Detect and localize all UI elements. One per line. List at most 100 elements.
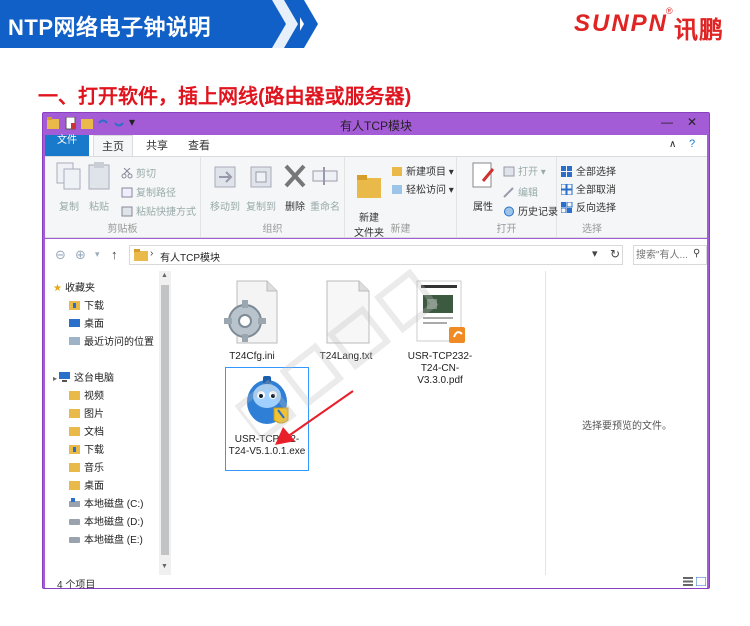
new-item-button[interactable]: 新建项目 ▾ — [391, 163, 454, 178]
cut-label: 剪切 — [136, 169, 156, 180]
window-titlebar[interactable]: ▾ 有人TCP模块 — ✕ — [43, 113, 709, 135]
documents-folder-icon — [69, 427, 80, 436]
scroll-down-icon[interactable]: ▼ — [161, 563, 168, 570]
nav-favorites-label: 收藏夹 — [64, 283, 95, 294]
address-dropdown-icon[interactable]: ▾ — [592, 247, 598, 260]
invert-selection-button[interactable]: 反向选择 — [561, 199, 616, 214]
minimize-icon[interactable]: — — [661, 115, 673, 129]
easy-access-button[interactable]: 轻松访问 ▾ — [391, 181, 454, 196]
paste-button[interactable]: 粘贴 — [79, 161, 119, 213]
desktop-folder-icon — [69, 481, 80, 490]
system-drive-icon — [69, 498, 80, 507]
pictures-folder-icon — [69, 409, 80, 418]
nav-scrollbar[interactable]: ▲ ▼ — [159, 271, 171, 575]
history-button[interactable]: 历史记录 — [503, 203, 558, 218]
nav-label: 桌面 — [84, 481, 104, 492]
breadcrumb[interactable]: 有人TCP模块 — [160, 249, 220, 264]
refresh-icon[interactable]: ↻ — [610, 247, 620, 261]
nav-drive-e[interactable]: 本地磁盘 (E:) — [69, 531, 143, 546]
close-icon[interactable]: ✕ — [687, 115, 697, 129]
preview-pane: 选择要预览的文件。 — [545, 271, 707, 575]
nav-drive-c[interactable]: 本地磁盘 (C:) — [69, 495, 143, 510]
rename-button[interactable]: 重命名 — [305, 161, 345, 213]
downloads-folder-icon — [69, 301, 80, 310]
tab-view[interactable]: 查看 — [179, 135, 219, 157]
item-count: 4 个项目 — [57, 580, 96, 591]
move-to-button[interactable]: 移动到 — [205, 161, 245, 213]
invert-selection-label: 反向选择 — [576, 203, 616, 214]
nav-desktop[interactable]: 桌面 — [69, 477, 104, 492]
nav-label: 图片 — [84, 409, 104, 420]
cut-button[interactable]: 剪切 — [121, 165, 156, 180]
copy-to-label: 复制到 — [246, 202, 276, 213]
copy-path-label: 复制路径 — [136, 188, 176, 199]
nav-videos[interactable]: 视频 — [69, 387, 104, 402]
breadcrumb-separator-icon[interactable]: › — [150, 248, 153, 259]
search-input[interactable] — [636, 248, 692, 262]
group-select: 全部选择 全部取消 反向选择 选择 — [557, 157, 627, 237]
chevron-decor-icon — [272, 0, 318, 48]
explorer-window: ▾ 有人TCP模块 — ✕ 文件 主页 共享 查看 ∧ ? 复制 粘贴 剪切 复… — [42, 112, 710, 591]
open-button[interactable]: 打开 ▾ — [503, 163, 546, 178]
tab-file[interactable]: 文件 — [45, 135, 89, 157]
up-icon[interactable]: ↑ — [111, 247, 118, 262]
file-item[interactable]: T24Cfg.ini — [211, 279, 293, 363]
drive-icon — [69, 537, 80, 543]
nav-pictures[interactable]: 图片 — [69, 405, 104, 420]
search-icon[interactable]: ⚲ — [693, 248, 700, 259]
group-open-label: 打开 — [496, 224, 517, 235]
paste-shortcut-button[interactable]: 粘贴快捷方式 — [121, 203, 196, 218]
collapse-arrow-icon[interactable]: ▸ — [53, 374, 57, 383]
back-icon[interactable]: ⊖ — [55, 247, 66, 263]
nav-label: 桌面 — [84, 319, 104, 330]
invert-selection-icon — [561, 202, 573, 213]
select-none-icon — [561, 184, 573, 195]
search-box[interactable]: ⚲ — [633, 245, 707, 265]
scrollbar-thumb[interactable] — [161, 285, 169, 555]
tab-share[interactable]: 共享 — [137, 135, 177, 157]
file-item[interactable]: T24Lang.txt — [305, 279, 387, 363]
select-all-button[interactable]: 全部选择 — [561, 163, 616, 178]
edit-button[interactable]: 编辑 — [503, 184, 538, 199]
rename-label: 重命名 — [310, 202, 340, 213]
copy-label: 复制 — [59, 202, 79, 213]
ribbon-collapse-icon[interactable]: ∧ — [669, 139, 676, 150]
nav-fav-recent[interactable]: 最近访问的位置 — [69, 333, 154, 348]
nav-drive-d[interactable]: 本地磁盘 (D:) — [69, 513, 143, 528]
navigation-pane: ★ 收藏夹 下载 桌面 最近访问的位置 ▸ 这台电脑 视频 图片 文档 下载 音乐 … — [45, 271, 159, 575]
tab-home[interactable]: 主页 — [93, 135, 133, 157]
nav-music[interactable]: 音乐 — [69, 459, 104, 474]
address-bar[interactable]: › 有人TCP模块 ▾ ↻ — [129, 245, 623, 265]
select-none-button[interactable]: 全部取消 — [561, 181, 616, 196]
large-icons-view-icon[interactable] — [696, 577, 706, 586]
properties-label: 属性 — [473, 202, 493, 213]
drive-icon — [69, 519, 80, 525]
select-none-label: 全部取消 — [576, 185, 616, 196]
nav-label: 文档 — [84, 427, 104, 438]
edit-icon — [503, 187, 514, 198]
copy-path-button[interactable]: 复制路径 — [121, 184, 176, 199]
open-icon — [503, 166, 515, 177]
nav-fav-downloads[interactable]: 下载 — [69, 297, 104, 312]
nav-this-pc[interactable]: ▸ 这台电脑 — [53, 369, 114, 384]
nav-documents[interactable]: 文档 — [69, 423, 104, 438]
details-view-icon[interactable] — [683, 577, 693, 586]
move-to-icon — [214, 166, 236, 188]
nav-downloads[interactable]: 下载 — [69, 441, 104, 456]
file-item[interactable]: USR-TCP232-T24-CN-V3.3.0.pdf — [399, 279, 481, 387]
properties-button[interactable]: 属性 — [463, 161, 503, 213]
forward-icon[interactable]: ⊕ — [75, 247, 86, 263]
ribbon: 复制 粘贴 剪切 复制路径 粘贴快捷方式 剪贴板 移动到 复制到 删除 重命名 … — [45, 156, 707, 239]
scroll-up-icon[interactable]: ▲ — [161, 272, 168, 279]
brand-latin: SUNPN — [574, 10, 669, 37]
brand-reg: ® — [666, 6, 673, 16]
help-icon[interactable]: ? — [689, 138, 695, 150]
nav-label: 本地磁盘 (C:) — [84, 499, 144, 510]
nav-favorites[interactable]: ★ 收藏夹 — [53, 279, 95, 294]
paste-shortcut-icon — [121, 206, 133, 217]
nav-fav-desktop[interactable]: 桌面 — [69, 315, 104, 330]
easy-access-icon — [392, 185, 402, 194]
recent-dropdown-icon[interactable]: ▾ — [95, 249, 100, 260]
nav-label: 最近访问的位置 — [84, 337, 154, 348]
copy-to-icon — [250, 166, 272, 188]
